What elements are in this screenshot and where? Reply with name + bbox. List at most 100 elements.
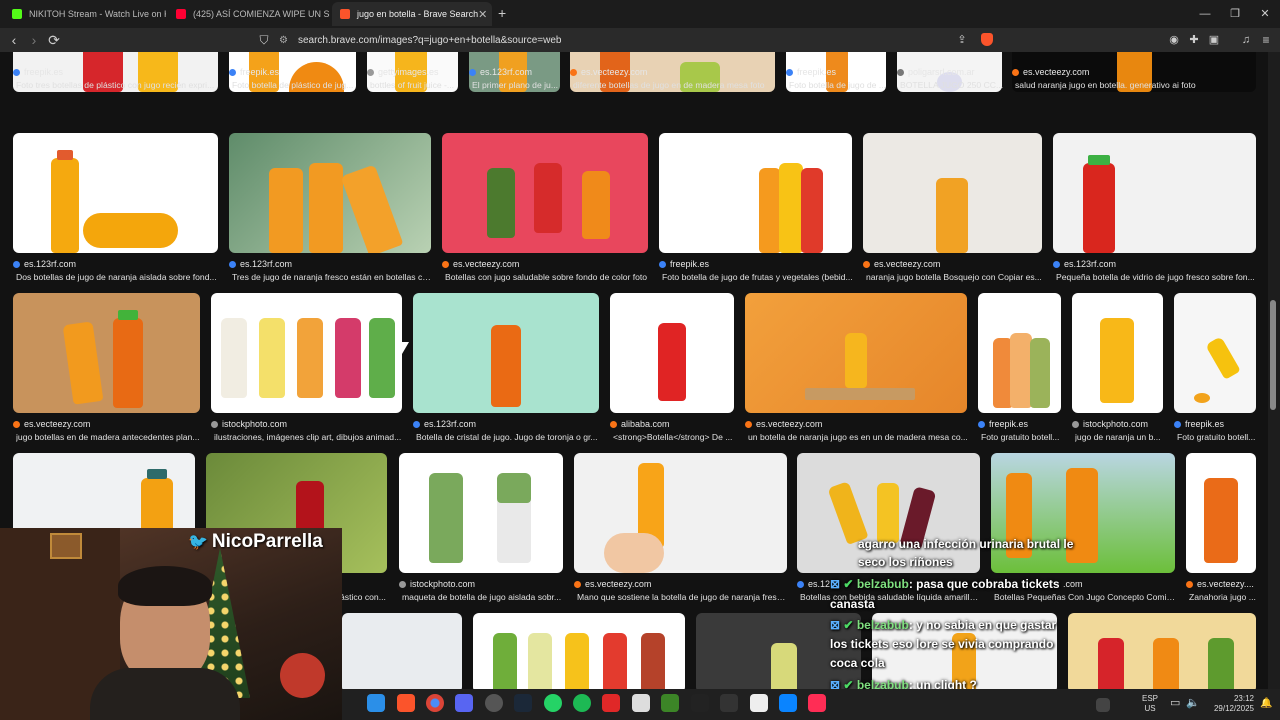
clock[interactable]: 23:12 29/12/2025 [1204, 694, 1254, 714]
result-source[interactable]: istockphoto.com [399, 579, 475, 589]
network-icon[interactable]: ▭ [1170, 696, 1180, 709]
result-thumbnail[interactable] [399, 453, 563, 573]
result-caption[interactable]: <strong>Botella</strong> De ... [613, 432, 737, 442]
result-thumbnail[interactable] [473, 613, 685, 693]
result-caption[interactable]: Foto gratuito botell... [981, 432, 1064, 442]
app-icon[interactable] [632, 694, 650, 712]
menu-icon[interactable]: ≡ [1256, 30, 1276, 50]
result-source[interactable]: es.123rf.com [1053, 259, 1116, 269]
result-source[interactable]: es.vecteezy.com [574, 579, 651, 589]
result-caption[interactable]: Foto tres botellas de plástico con jugo … [16, 80, 221, 90]
result-source[interactable]: freepik.es [229, 67, 279, 77]
result-source[interactable]: freepik.es [659, 259, 709, 269]
result-thumbnail[interactable] [659, 133, 852, 253]
tab-brave-search[interactable]: jugo en botella - Brave Search ✕ [332, 2, 492, 26]
spotify-icon[interactable] [573, 694, 591, 712]
result-thumbnail[interactable] [413, 293, 599, 413]
result-source[interactable]: freepik.es [13, 67, 63, 77]
windows-start-icon[interactable] [367, 694, 385, 712]
result-source[interactable]: es.12 [797, 579, 830, 589]
result-thumbnail[interactable] [342, 613, 462, 693]
result-source[interactable]: poligarsrl.com.ar [897, 67, 975, 77]
scrollbar-thumb[interactable] [1270, 300, 1276, 410]
result-source[interactable]: es.vecteezy.com [863, 259, 940, 269]
result-source[interactable]: es.vecteezy.com [13, 419, 90, 429]
result-caption[interactable]: jugo botellas en de madera antecedentes … [16, 432, 203, 442]
app-icon[interactable] [691, 694, 709, 712]
result-thumbnail[interactable] [1053, 133, 1256, 253]
result-thumbnail[interactable] [1072, 293, 1163, 413]
result-caption[interactable]: Botella de cristal de jugo. Jugo de toro… [416, 432, 602, 442]
result-caption[interactable]: Foto botella de jugo de ... [789, 80, 889, 90]
result-source[interactable]: freepik.es [978, 419, 1028, 429]
volume-icon[interactable]: 🔈 [1186, 696, 1200, 709]
tab-kick[interactable]: NIKITOH Stream - Watch Live on Kick [4, 2, 166, 26]
sidebar-icon[interactable]: ▣ [1204, 30, 1224, 50]
result-source[interactable]: gettyimages.es [367, 67, 439, 77]
result-source[interactable]: .com [1063, 579, 1083, 589]
result-caption[interactable]: BOTELLA JUGO 250 CC... [900, 80, 1005, 90]
result-thumbnail[interactable] [442, 133, 648, 253]
brave-taskbar-icon[interactable] [397, 694, 415, 712]
bookmark-icon[interactable]: ⛉ [254, 30, 274, 50]
result-caption[interactable]: ástico con... [340, 592, 395, 602]
result-thumbnail[interactable] [978, 293, 1061, 413]
result-caption[interactable]: Foto gratuito botell... [1177, 432, 1259, 442]
media-icon[interactable]: ♫ [1236, 30, 1256, 50]
minimize-button[interactable]: — [1190, 4, 1220, 24]
result-caption[interactable]: Botellas con bebida saludable líquida am… [800, 592, 980, 602]
maximize-button[interactable]: ❐ [1220, 4, 1250, 24]
steam-icon[interactable] [514, 694, 532, 712]
result-source[interactable]: freepik.es [1174, 419, 1224, 429]
result-caption[interactable]: El primer plano de ju... [472, 80, 560, 90]
result-caption[interactable]: Zanahoria jugo ... [1189, 592, 1259, 602]
back-icon[interactable]: ‹ [4, 30, 24, 50]
result-caption[interactable]: naranja jugo botella Bosquejo con Copiar… [866, 272, 1045, 282]
result-source[interactable]: es.vecteezy.com [1012, 67, 1089, 77]
result-caption[interactable]: jugo de naranja un b... [1075, 432, 1166, 442]
reload-icon[interactable]: ⟳ [44, 30, 64, 50]
address-bar[interactable]: ⚙ search.brave.com/images?q=jugo+en+bote… [279, 30, 999, 50]
result-caption[interactable]: maqueta de botella de jugo aislada sobr.… [402, 592, 566, 602]
result-thumbnail[interactable] [745, 293, 967, 413]
brave-shields-icon[interactable] [981, 33, 993, 51]
result-source[interactable]: es.vecteezy.com [570, 67, 647, 77]
result-source[interactable]: es.vecteezy.com [745, 419, 822, 429]
result-caption[interactable]: Mano que sostiene la botella de jugo de … [577, 592, 787, 602]
result-thumbnail[interactable] [1174, 293, 1256, 413]
result-thumbnail[interactable] [13, 133, 218, 253]
whatsapp-icon[interactable] [544, 694, 562, 712]
tray-icon[interactable] [1096, 698, 1110, 712]
result-thumbnail[interactable] [863, 133, 1042, 253]
result-source[interactable]: alibaba.com [610, 419, 670, 429]
notification-icon[interactable]: 🔔 [1260, 698, 1272, 709]
result-thumbnail[interactable] [991, 453, 1175, 573]
extensions-icon[interactable]: ✚ [1184, 30, 1204, 50]
app-icon[interactable] [779, 694, 797, 712]
result-source[interactable]: istockphoto.com [211, 419, 287, 429]
result-caption[interactable]: bottles of fruit juice -... [370, 80, 458, 90]
result-source[interactable]: es.123rf.com [229, 259, 292, 269]
chrome-icon[interactable] [426, 694, 444, 712]
result-caption[interactable]: Foto botella de plástico de jug... [232, 80, 356, 90]
result-source[interactable]: es.123rf.com [13, 259, 76, 269]
result-source[interactable]: es.vecteezy.com [442, 259, 519, 269]
result-thumbnail[interactable] [1186, 453, 1256, 573]
result-caption[interactable]: Dos botellas de jugo de naranja aislada … [16, 272, 221, 282]
result-thumbnail[interactable] [610, 293, 734, 413]
result-thumbnail[interactable] [229, 133, 431, 253]
result-thumbnail[interactable] [13, 293, 200, 413]
result-source[interactable]: es.123rf.com [413, 419, 476, 429]
obs-icon[interactable] [485, 694, 503, 712]
result-thumbnail[interactable] [211, 293, 402, 413]
result-source[interactable]: freepik.es [786, 67, 836, 77]
forward-icon[interactable]: › [24, 30, 44, 50]
result-caption[interactable]: Botellas Pequeñas Con Jugo Concepto Comi… [994, 592, 1178, 602]
result-caption[interactable]: salud naranja jugo en botella. generativ… [1015, 80, 1255, 90]
result-caption[interactable]: Tres de jugo de naranja fresco están en … [232, 272, 434, 282]
epic-games-icon[interactable] [720, 694, 738, 712]
result-caption[interactable]: ilustraciones, imágenes clip art, dibujo… [214, 432, 405, 442]
site-info-icon[interactable]: ⚙ [279, 35, 288, 46]
result-thumbnail[interactable] [574, 453, 787, 573]
result-caption[interactable]: Botellas con jugo saludable sobre fondo … [445, 272, 651, 282]
